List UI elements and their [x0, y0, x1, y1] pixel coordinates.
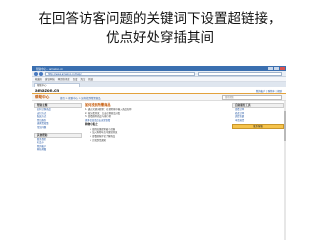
- browser-search-input[interactable]: [198, 72, 282, 76]
- sidebar-link[interactable]: 网站地图: [34, 148, 82, 152]
- header-links[interactable]: 我的帐户 | 购物车 | 帮助: [256, 89, 282, 93]
- left-sidebar: 帮助主题 如何订购商品 支付方式 配送方式 售后服务 退换货政策 常见问题 其他…: [34, 103, 82, 240]
- site-header: amazon.cn 我的帐户 | 购物车 | 帮助: [32, 87, 286, 94]
- tip-item: • 订阅到货通知: [90, 138, 106, 142]
- bookmark-item[interactable]: 收藏夹: [35, 77, 42, 81]
- caption-line-2: 优点好处穿插其间: [106, 30, 214, 46]
- bookmark-item[interactable]: 建议网站: [45, 77, 55, 81]
- article-link[interactable]: 更多信息请点击这里查看: [85, 119, 229, 123]
- breadcrumb[interactable]: 首页 > 帮助中心 > 如何找到所需商品: [60, 96, 101, 100]
- help-nav-bar: 帮助中心 首页 > 帮助中心 > 如何找到所需商品 搜索帮助: [32, 94, 286, 101]
- maximize-icon[interactable]: [274, 67, 279, 70]
- caption-line-1: 在回答访客问题的关键词下设置超链接，: [38, 11, 282, 27]
- slide-caption: 在回答访客问题的关键词下设置超链接， 优点好处穿插其间: [0, 10, 320, 48]
- bookmark-item[interactable]: 新浪: [88, 77, 93, 81]
- main-content: 如何找到所需商品 1. 通过关键词搜索：在搜索框中输入商品名称 2. 按分类浏览…: [85, 103, 229, 240]
- close-icon[interactable]: [280, 67, 285, 70]
- address-bar[interactable]: http://www.amazon.cn/help/: [45, 72, 195, 76]
- help-title: 帮助中心: [35, 95, 50, 99]
- help-search-placeholder: 搜索帮助: [225, 96, 234, 99]
- site-logo[interactable]: amazon.cn: [35, 88, 59, 93]
- forward-icon[interactable]: [39, 72, 43, 76]
- bookmark-item[interactable]: 淘宝: [80, 77, 85, 81]
- bookmark-item[interactable]: 百度: [73, 77, 78, 81]
- page-scrollbar[interactable]: [284, 101, 286, 240]
- minimize-icon[interactable]: [268, 67, 273, 70]
- address-text: http://www.amazon.cn/help/: [48, 73, 82, 76]
- window-controls: [268, 67, 285, 70]
- self-service-link[interactable]: 申请退货: [232, 119, 284, 123]
- right-sidebar: 自助服务工具 查看订单 修改订单 追踪包裹 申请退货 联系客服: [232, 103, 284, 240]
- browser-screenshot: 帮助中心 - amazon.cn http://www.amazon.cn/he…: [32, 66, 286, 240]
- back-icon[interactable]: [34, 72, 38, 76]
- scrollbar-thumb[interactable]: [284, 111, 286, 141]
- contact-support-button[interactable]: 联系客服: [232, 124, 284, 130]
- bookmark-item[interactable]: 网页快讯库: [58, 77, 70, 81]
- help-search-input[interactable]: 搜索帮助: [222, 95, 282, 100]
